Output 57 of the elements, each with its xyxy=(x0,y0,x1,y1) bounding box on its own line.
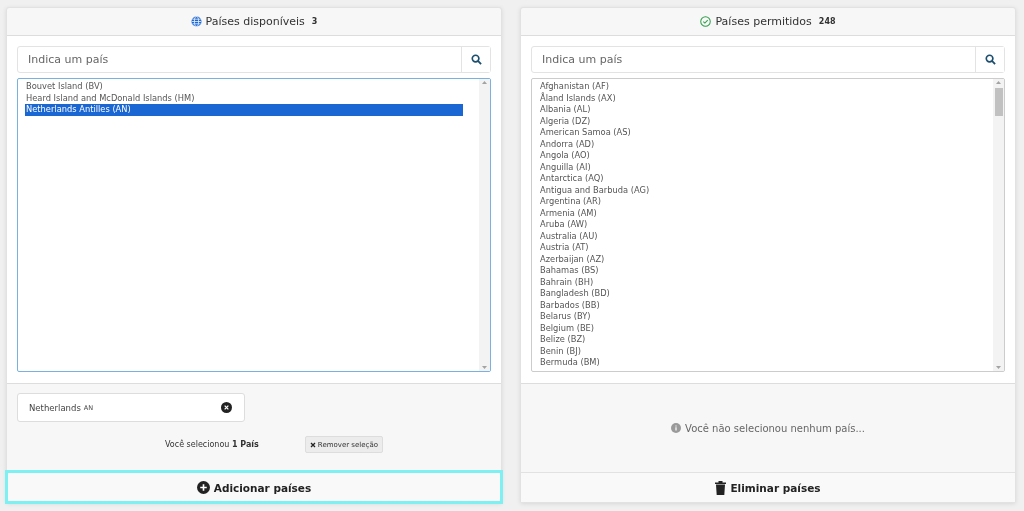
country-option[interactable]: Bahamas (BS) xyxy=(539,265,977,277)
country-option[interactable]: American Samoa (AS) xyxy=(539,127,977,139)
country-option[interactable]: Armenia (AM) xyxy=(539,207,977,219)
close-icon xyxy=(309,441,316,448)
country-option[interactable]: Antigua and Barbuda (AG) xyxy=(539,184,977,196)
selection-summary: Você selecionou 1 País xyxy=(165,440,259,449)
country-option[interactable]: Bangladesh (BD) xyxy=(539,288,977,300)
country-option[interactable]: Belize (BZ) xyxy=(539,334,977,346)
country-option[interactable]: Australia (AU) xyxy=(539,230,977,242)
scrollbar[interactable] xyxy=(479,79,490,371)
plus-circle-icon xyxy=(196,481,210,494)
scroll-down-icon[interactable] xyxy=(995,364,1002,371)
search-icon xyxy=(984,54,996,65)
country-option[interactable]: Andorra (AD) xyxy=(539,138,977,150)
country-listbox[interactable]: Bouvet Island (BV) Heard Island and McDonald Islands (HM) Netherlands Antilles (AN) xyxy=(17,78,491,372)
country-option[interactable]: Heard Island and McDonald Islands (HM) xyxy=(25,92,463,104)
country-listbox[interactable] xyxy=(531,78,1005,372)
search-button[interactable] xyxy=(975,47,1004,72)
country-option[interactable]: Anguilla (AI) xyxy=(539,161,977,173)
scroll-up-icon[interactable] xyxy=(995,79,1002,86)
country-option[interactable]: Antarctica (AQ) xyxy=(539,173,977,185)
chip-label: Netherlands xyxy=(29,402,81,413)
country-option[interactable]: Aruba (AW) xyxy=(539,219,977,231)
globe-icon xyxy=(190,16,202,27)
country-option[interactable]: Belgium (BE) xyxy=(539,322,977,334)
scroll-up-icon[interactable] xyxy=(481,79,488,86)
country-option[interactable]: Bouvet Island (BV) xyxy=(25,81,463,93)
empty-message: Você não selecionou nenhum país... xyxy=(685,422,865,434)
country-option[interactable]: Albania (AL) xyxy=(539,104,977,116)
country-option[interactable]: Belarus (BY) xyxy=(539,311,977,323)
country-option[interactable]: Barbados (BB) xyxy=(539,299,977,311)
country-option[interactable]: Benin (BJ) xyxy=(539,345,977,357)
panel-title: Países disponíveis xyxy=(205,15,305,28)
remove-icon[interactable] xyxy=(221,402,232,413)
count-label: 3 xyxy=(311,17,318,26)
country-option[interactable]: Austria (AT) xyxy=(539,242,977,254)
country-option[interactable]: Angola (AO) xyxy=(539,150,977,162)
action-button[interactable]: Eliminar países xyxy=(521,472,1015,502)
country-option[interactable]: Bermuda (BM) xyxy=(539,357,977,369)
search-icon xyxy=(470,54,482,65)
country-option[interactable]: Algeria (DZ) xyxy=(539,115,977,127)
check-circle-icon xyxy=(700,16,712,27)
country-option[interactable]: Åland Islands (AX) xyxy=(539,92,977,104)
country-option[interactable]: Azerbaijan (AZ) xyxy=(539,253,977,265)
country-option[interactable]: Argentina (AR) xyxy=(539,196,977,208)
scroll-down-icon[interactable] xyxy=(481,364,488,371)
scroll-thumb[interactable] xyxy=(994,88,1003,116)
country-option[interactable]: Netherlands Antilles (AN) xyxy=(25,104,463,116)
country-option[interactable]: Afghanistan (AF) xyxy=(539,81,977,93)
panel-title: Países permitidos xyxy=(715,15,812,28)
trash-icon xyxy=(715,480,727,495)
action-button[interactable]: Adicionar países xyxy=(7,472,501,502)
scrollbar[interactable] xyxy=(993,79,1004,371)
country-option[interactable]: Bahrain (BH) xyxy=(539,276,977,288)
info-icon xyxy=(671,423,682,433)
count-label: 248 xyxy=(818,17,836,26)
search-button[interactable] xyxy=(461,47,490,72)
